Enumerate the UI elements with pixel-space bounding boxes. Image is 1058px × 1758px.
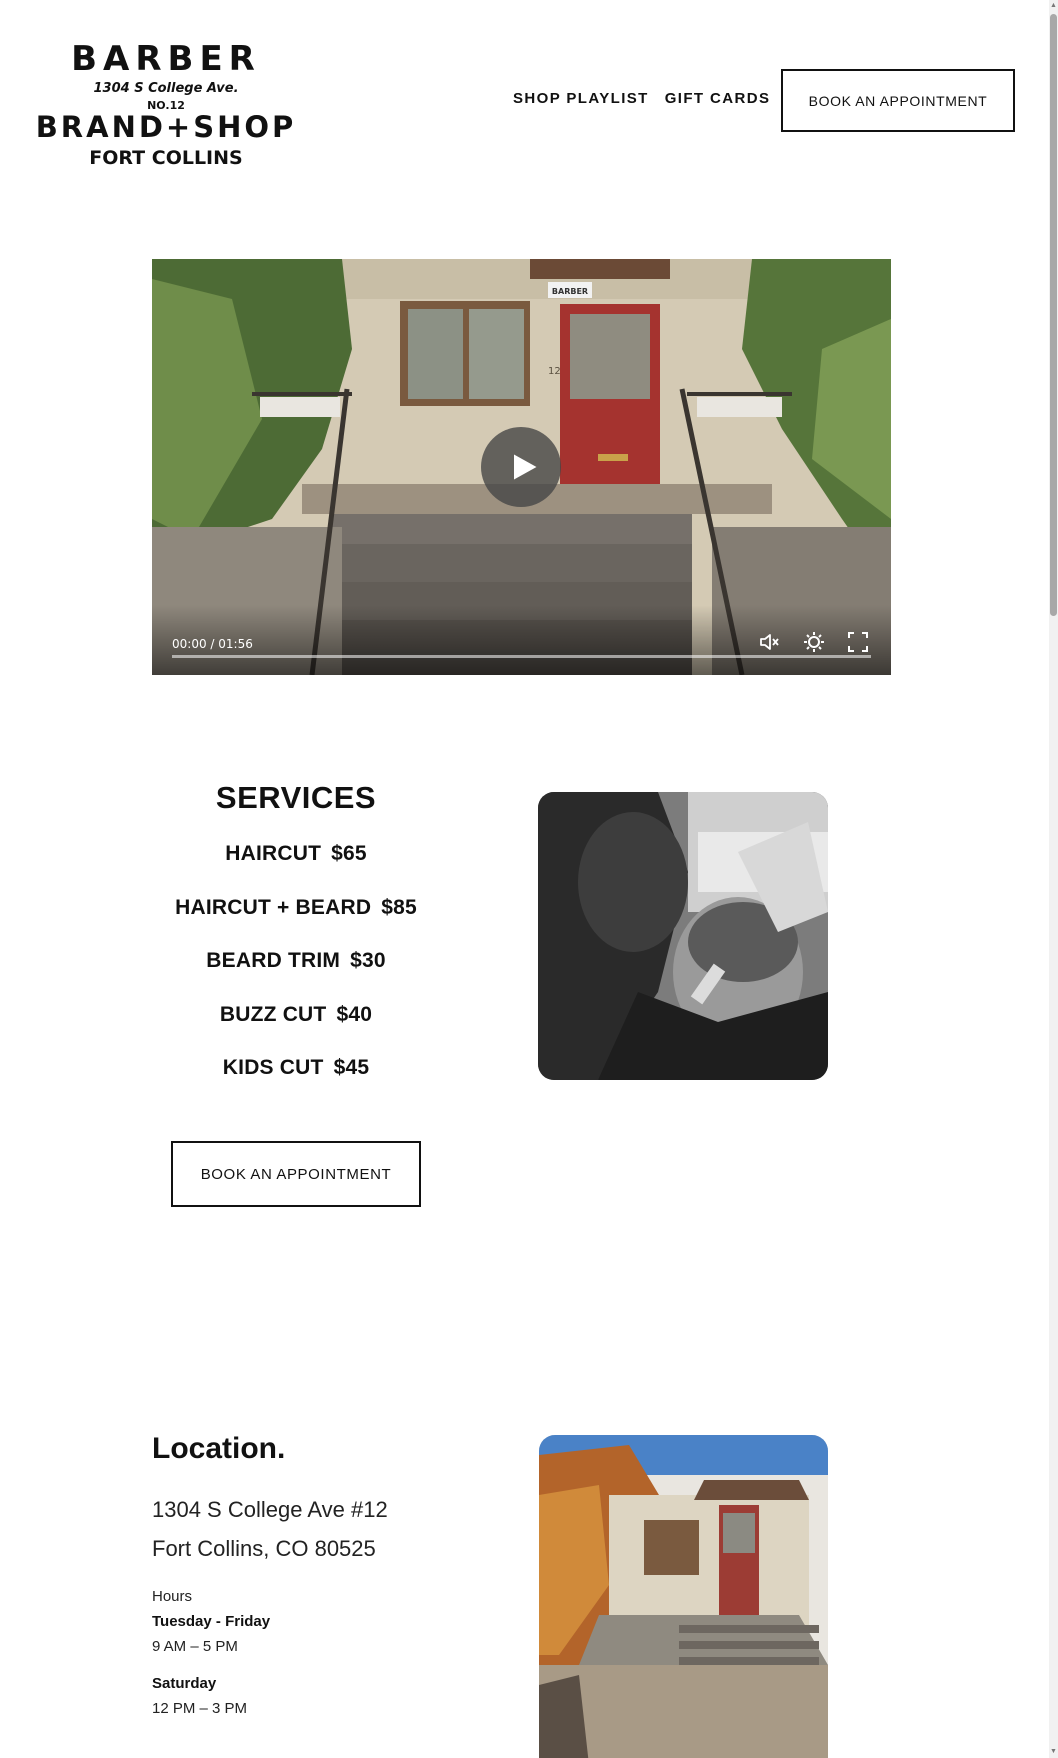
service-price: $40 [336, 1002, 373, 1026]
services-section: SERVICES HAIRCUT $65 HAIRCUT + BEARD $85 B… [152, 780, 440, 1110]
service-item-buzz-cut: BUZZ CUT $40 [152, 1003, 440, 1057]
hours-day-saturday: Saturday [152, 1675, 217, 1692]
location-title: Location. [152, 1432, 286, 1465]
services-title: SERVICES [215, 780, 377, 815]
service-name: BEARD TRIM [206, 949, 341, 973]
scroll-up-icon[interactable]: ▲ [1050, 2, 1057, 10]
video-controls: 00:00 / 01:56 [152, 605, 891, 675]
service-price: $85 [381, 895, 417, 919]
logo-brand-line: BRAND+SHOP [36, 110, 297, 144]
hours-time-weekdays: 9 AM – 5 PM [152, 1638, 238, 1655]
address-line-2: Fort Collins, CO 80525 [152, 1536, 376, 1561]
barber-at-work-photo [538, 792, 828, 1080]
service-name: HAIRCUT + BEARD [175, 895, 372, 919]
logo-address: 1304 S College Ave. [93, 81, 238, 96]
settings-button[interactable] [802, 630, 826, 654]
nav-gift-cards[interactable]: GIFT CARDS [665, 90, 771, 107]
service-name: BUZZ CUT [219, 1002, 327, 1026]
video-door-number: 12 [548, 366, 561, 377]
speaker-muted-icon [760, 634, 779, 650]
service-item-kids-cut: KIDS CUT $45 [152, 1056, 440, 1110]
gear-icon [804, 632, 824, 652]
address-line-1: 1304 S College Ave #12 [152, 1497, 388, 1522]
logo-city: FORT COLLINS [89, 147, 242, 169]
service-name: KIDS CUT [222, 1056, 324, 1080]
mute-toggle[interactable] [758, 630, 782, 654]
play-button[interactable] [481, 427, 561, 507]
book-appointment-button-services[interactable]: BOOK AN APPOINTMENT [171, 1141, 421, 1207]
logo-top-word: BARBER [71, 39, 261, 79]
book-appointment-button-header[interactable]: BOOK AN APPOINTMENT [781, 69, 1015, 132]
hours-label: Hours [152, 1588, 193, 1605]
service-name: HAIRCUT [225, 842, 322, 865]
service-item-beard-trim: BEARD TRIM $30 [152, 949, 440, 1003]
video-player[interactable]: BARBER 12 00:00 / 01:56 [152, 259, 891, 675]
fullscreen-button[interactable] [846, 630, 870, 654]
shop-exterior-photo [539, 1435, 828, 1758]
video-progress-bar[interactable] [172, 655, 871, 658]
nav-shop-playlist[interactable]: SHOP PLAYLIST [513, 90, 649, 107]
location-section: Location. 1304 S College Ave #12 Fort Co… [152, 1432, 512, 1717]
service-price: $30 [350, 949, 386, 973]
scroll-down-icon[interactable]: ▼ [1050, 1748, 1057, 1756]
service-item-haircut: HAIRCUT $65 [152, 842, 440, 896]
page-scrollbar[interactable]: ▲ ▼ [1049, 0, 1058, 1758]
service-price: $45 [333, 1056, 370, 1080]
play-icon [513, 454, 536, 480]
brand-logo[interactable]: BARBER 1304 S College Ave. NO.12 BRAND+S… [30, 30, 302, 170]
service-price: $65 [331, 842, 367, 865]
hours-day-weekdays: Tuesday - Friday [152, 1613, 271, 1630]
video-sign-text: BARBER [552, 287, 588, 296]
video-time: 00:00 / 01:56 [172, 637, 253, 651]
service-item-haircut-beard: HAIRCUT + BEARD $85 [152, 896, 440, 950]
scroll-thumb[interactable] [1050, 14, 1057, 616]
fullscreen-icon [848, 632, 868, 652]
main-nav: SHOP PLAYLIST GIFT CARDS [513, 90, 770, 107]
site-header: BARBER 1304 S College Ave. NO.12 BRAND+S… [0, 0, 1049, 200]
hours-time-saturday: 12 PM – 3 PM [152, 1700, 248, 1717]
